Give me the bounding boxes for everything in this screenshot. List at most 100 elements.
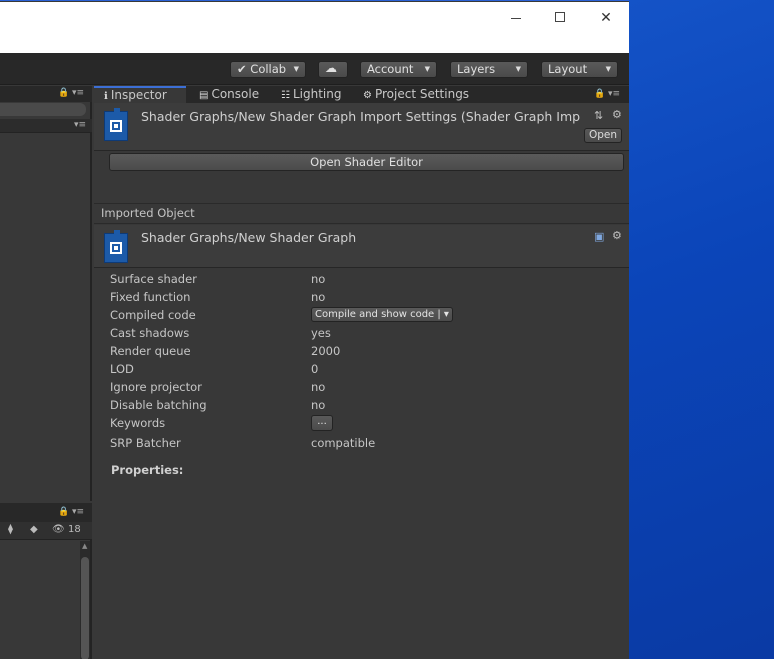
chevron-down-icon: ▼ (605, 65, 611, 73)
layers-dropdown[interactable]: Layers ▼ (450, 61, 528, 78)
tab-project-settings[interactable]: ⚙ Project Settings (353, 86, 483, 103)
property-row: Disable batching no (110, 396, 620, 414)
layout-label: Layout (548, 62, 588, 76)
collab-button[interactable]: ✔ Collab ▼ (230, 61, 306, 78)
tab-console[interactable]: ▤ Console (189, 86, 267, 103)
lock-icon[interactable]: 🔒 (594, 89, 605, 99)
console-icon: ▤ (199, 90, 209, 101)
lock-icon[interactable]: 🔒 (58, 88, 69, 98)
tab-label: Lighting (292, 87, 342, 101)
info-icon: ℹ (104, 91, 108, 102)
tab-label: Inspector (110, 88, 167, 102)
minimize-button[interactable] (502, 6, 530, 30)
property-value: 0 (311, 362, 319, 376)
inspector-panel: ℹ Inspector ▤ Console ☷ Lighting ⚙ Project S… (94, 86, 629, 659)
asset-title: Shader Graphs/New Shader Graph Import Se… (141, 109, 581, 124)
property-label: Disable batching (110, 398, 207, 412)
property-label: LOD (110, 362, 134, 376)
property-label: Ignore projector (110, 380, 202, 394)
minimize-icon (511, 18, 521, 19)
tag-icon[interactable]: ◆ (30, 524, 38, 535)
hidden-count: 18 (68, 524, 81, 535)
panel-menu-icon[interactable]: ▾≡ (608, 89, 620, 99)
hierarchy-header: 🔒 ▾≡ (0, 86, 92, 102)
chevron-down-icon: ▼ (293, 65, 299, 73)
tab-label: Console (211, 87, 260, 101)
property-row: Compiled code Compile and show code | ▾ (110, 306, 620, 324)
property-label: Fixed function (110, 290, 191, 304)
shader-graph-icon (104, 230, 128, 263)
filter-type-icon[interactable]: ⧫ (8, 524, 13, 535)
hierarchy-subheader: ▾≡ (0, 119, 92, 133)
hierarchy-panel: 🔒 ▾≡ ▾≡ (0, 86, 92, 501)
panel-menu-icon[interactable]: ▾≡ (74, 120, 86, 130)
lighting-icon: ☷ (281, 90, 290, 101)
property-label: Surface shader (110, 272, 197, 286)
property-row: Surface shader no (110, 270, 620, 288)
property-row: Render queue 2000 (110, 342, 620, 360)
account-label: Account (367, 62, 414, 76)
shader-graph-icon (104, 108, 128, 141)
maximize-icon (555, 12, 565, 22)
close-button[interactable]: ✕ (592, 6, 620, 30)
layout-dropdown[interactable]: Layout ▼ (541, 61, 618, 78)
property-value: 2000 (311, 344, 341, 358)
scrollbar-thumb[interactable] (81, 557, 89, 659)
imported-object-label: Imported Object (94, 203, 629, 224)
desktop-background (629, 0, 774, 659)
compiled-code-dropdown[interactable]: Compile and show code | ▾ (311, 307, 453, 322)
gear-icon: ⚙ (363, 90, 372, 101)
settings-gear-icon[interactable]: ⚙ (612, 229, 622, 242)
keywords-button[interactable]: ... (311, 415, 333, 431)
open-shader-editor-button[interactable]: Open Shader Editor (109, 153, 624, 171)
settings-gear-icon[interactable]: ⚙ (612, 108, 622, 121)
project-header: 🔒 ▾≡ (0, 503, 92, 522)
property-label: Render queue (110, 344, 191, 358)
properties-heading: Properties: (111, 463, 184, 477)
property-value: yes (311, 326, 331, 340)
property-label: Keywords (110, 416, 166, 430)
property-label: Cast shadows (110, 326, 190, 340)
property-row: Keywords ... (110, 414, 620, 432)
inspector-tab-bar: ℹ Inspector ▤ Console ☷ Lighting ⚙ Project S… (94, 86, 629, 103)
property-value: compatible (311, 436, 376, 450)
property-value: no (311, 380, 326, 394)
account-dropdown[interactable]: Account ▼ (360, 61, 437, 78)
scroll-up-icon[interactable]: ▲ (82, 542, 87, 550)
layers-label: Layers (457, 62, 496, 76)
open-button[interactable]: Open (584, 128, 622, 143)
panel-menu-icon[interactable]: ▾≡ (72, 88, 84, 98)
chevron-down-icon: ▼ (424, 65, 430, 73)
title-bar: ✕ (0, 2, 629, 53)
cloud-button[interactable]: ☁ (318, 61, 348, 78)
eye-hidden-icon[interactable]: 👁 (52, 524, 65, 535)
main-toolbar: ✔ Collab ▼ ☁ Account ▼ Layers ▼ Layout ▼ (0, 53, 629, 85)
property-row: Fixed function no (110, 288, 620, 306)
cloud-icon: ☁ (325, 61, 337, 75)
property-value: no (311, 272, 326, 286)
tab-inspector[interactable]: ℹ Inspector (94, 86, 186, 103)
property-value: no (311, 290, 326, 304)
unity-editor-window: ✕ ✔ Collab ▼ ☁ Account ▼ Layers ▼ Layout… (0, 0, 629, 659)
property-value: no (311, 398, 326, 412)
tab-label: Project Settings (374, 87, 470, 101)
maximize-button[interactable] (546, 6, 574, 30)
hierarchy-search-input[interactable] (0, 103, 86, 116)
property-row: SRP Batcher compatible (110, 434, 620, 452)
help-book-icon[interactable]: ▣ (594, 230, 604, 243)
preset-icon[interactable]: ⇅ (594, 109, 603, 122)
project-scrollbar[interactable]: ▲ (80, 541, 90, 659)
property-row: LOD 0 (110, 360, 620, 378)
property-row: Cast shadows yes (110, 324, 620, 342)
asset-header: Shader Graphs/New Shader Graph Import Se… (94, 103, 629, 151)
project-panel: 🔒 ▾≡ ⧫ ◆ 👁 18 ▲ (0, 503, 92, 659)
project-toolbar: ⧫ ◆ 👁 18 (0, 522, 92, 540)
property-label: Compiled code (110, 308, 196, 322)
chevron-down-icon: ▼ (515, 65, 521, 73)
collab-label: Collab (250, 62, 287, 76)
property-row: Ignore projector no (110, 378, 620, 396)
panel-menu-icon[interactable]: ▾≡ (72, 507, 84, 517)
check-icon: ✔ (237, 62, 247, 76)
lock-icon[interactable]: 🔒 (58, 507, 69, 517)
tab-lighting[interactable]: ☷ Lighting (271, 86, 351, 103)
